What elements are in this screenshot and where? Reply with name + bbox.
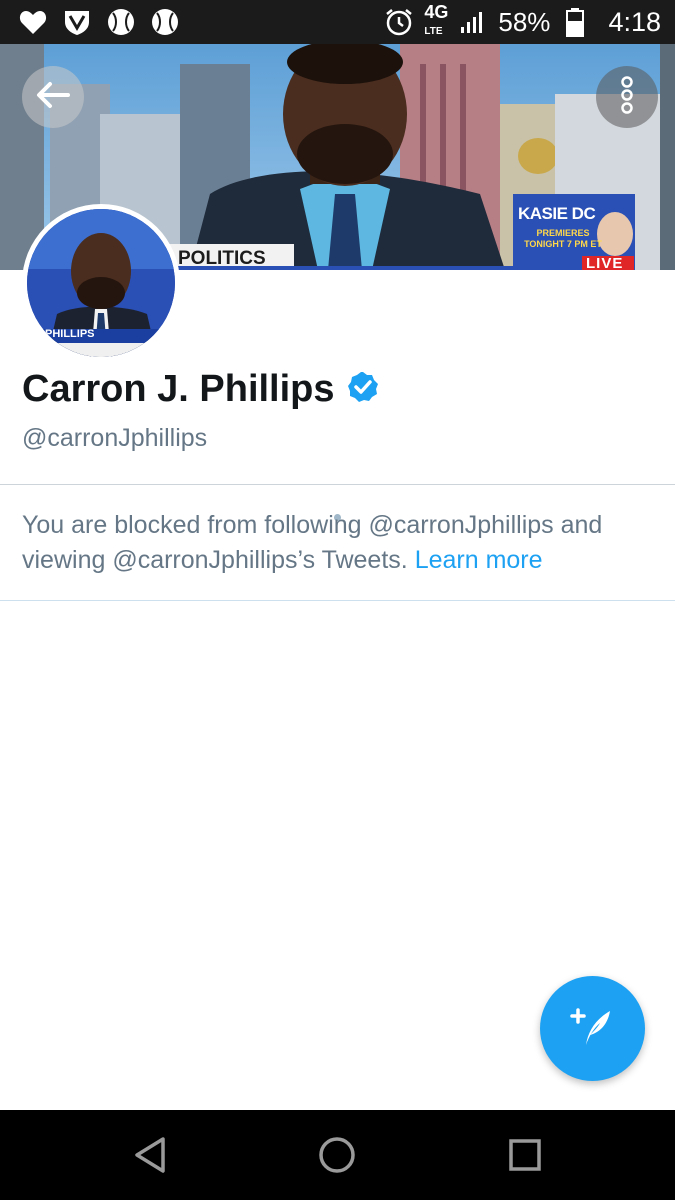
notification-icons [18,8,180,36]
status-bar: 4G LTE 58% 4:18 [0,0,675,44]
more-vertical-icon [620,75,634,119]
network-label: 4G [424,2,449,22]
banner-promo-subtitle: PREMIERES TONIGHT 7 PM ET [524,228,602,249]
shield-v-icon [62,8,92,36]
avatar-caption: PHILLIPS [45,328,95,340]
system-status: 4G LTE 58% 4:18 [384,0,661,44]
home-circle-icon [318,1136,356,1179]
network-type: 4G LTE [424,2,449,40]
android-nav-bar [0,1110,675,1200]
battery-icon [560,8,590,37]
recents-square-icon [508,1138,542,1177]
baseball-icon [150,8,180,36]
banner-politics-label: POLITICS [178,248,266,269]
verified-badge-icon [347,371,379,408]
avatar-image: PHILLIPS [27,209,175,357]
clock: 4:18 [608,6,661,37]
compose-tweet-button[interactable] [540,976,645,1081]
more-options-button[interactable] [596,66,658,128]
network-sub-label: LTE [424,26,443,37]
arrow-left-icon [36,81,70,114]
blocked-notice: You are blocked from following @carronJp… [22,508,662,578]
heart-icon [18,8,48,36]
back-triangle-icon [133,1136,167,1179]
compose-tweet-icon [568,1001,618,1056]
baseball-icon [106,8,136,36]
alarm-icon [384,8,414,36]
avatar[interactable]: PHILLIPS [22,204,180,362]
banner-live-label: LIVE [586,255,624,270]
nav-home-button[interactable] [312,1132,362,1182]
display-name: Carron J. Phillips [22,368,335,410]
learn-more-link[interactable]: Learn more [415,546,543,574]
nav-recents-button[interactable] [500,1132,550,1182]
username-handle: @carronJphillips [22,424,208,452]
signal-icon [458,8,488,36]
battery-percent: 58% [498,6,551,37]
back-button[interactable] [22,66,84,128]
nav-back-button[interactable] [125,1132,175,1182]
banner-promo-title: KASIE DC [518,204,596,223]
divider [0,484,675,485]
display-name-row: Carron J. Phillips [22,368,379,411]
divider [0,600,675,601]
